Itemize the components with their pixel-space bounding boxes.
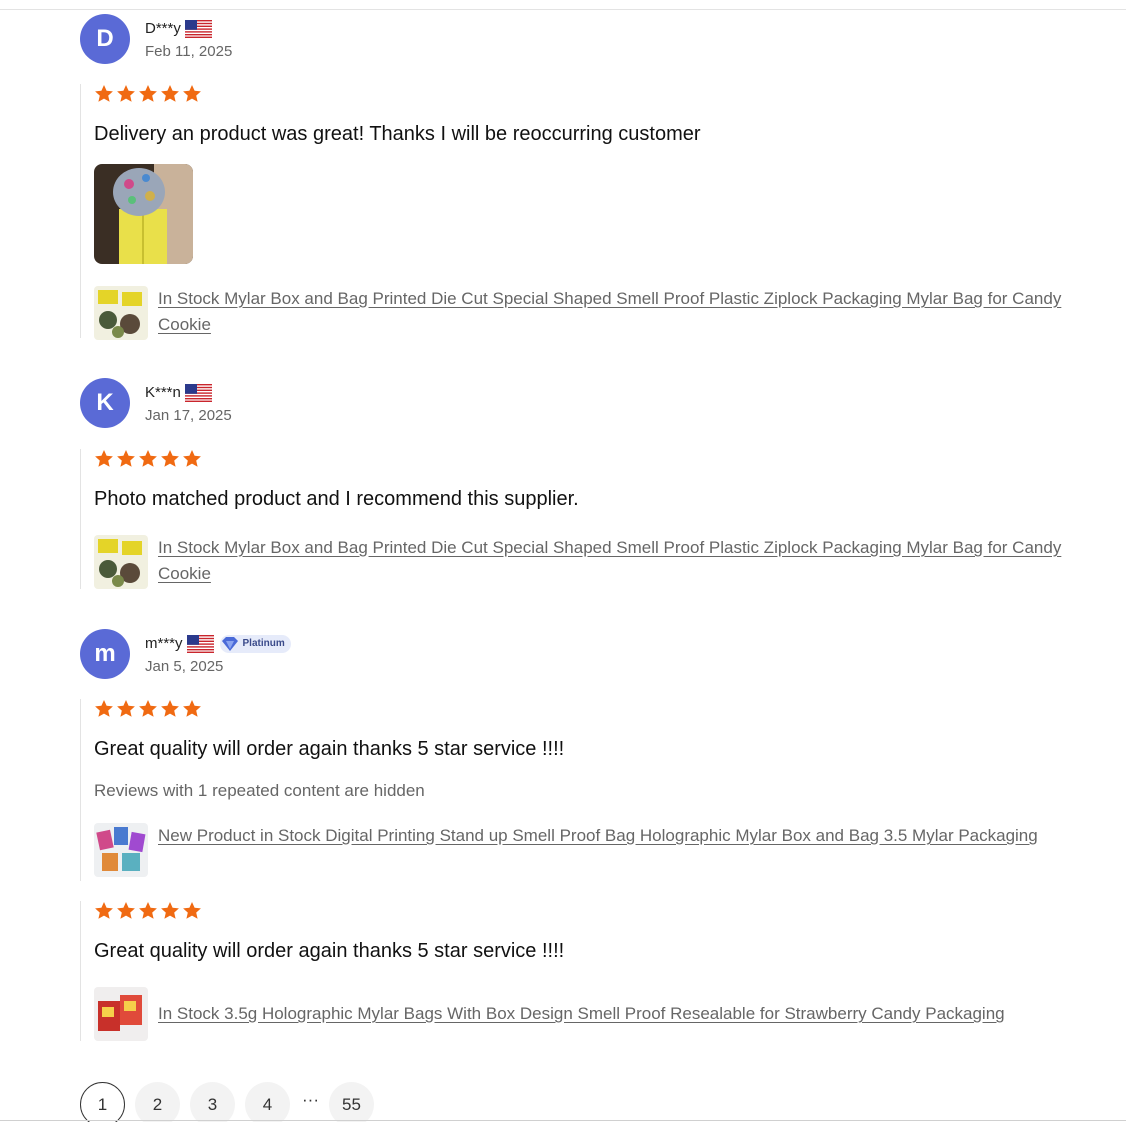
pagination-ellipsis: ··· (302, 1089, 319, 1109)
hidden-reviews-note: Reviews with 1 repeated content are hidd… (94, 781, 425, 800)
avatar: K (80, 378, 130, 428)
star-icon (95, 700, 113, 717)
product-link[interactable]: New Product in Stock Digital Printing St… (158, 823, 1073, 849)
star-icon (139, 450, 157, 467)
review-entry: Photo matched product and I recommend th… (80, 449, 1080, 589)
product-thumbnail[interactable] (94, 823, 148, 877)
reviewer-header: D D***y Feb 11, 2025 (80, 14, 232, 64)
page-2-button[interactable]: 2 (135, 1082, 180, 1122)
product-thumbnail[interactable] (94, 535, 148, 589)
star-icon (161, 902, 179, 919)
star-rating (94, 901, 1080, 921)
review-date: Feb 11, 2025 (145, 42, 233, 60)
reviewer-name: K***n (145, 384, 181, 401)
product-link[interactable]: In Stock Mylar Box and Bag Printed Die C… (158, 286, 1073, 338)
reviewer-name: D***y (145, 20, 181, 37)
product-thumbnail[interactable] (94, 286, 148, 340)
review-text: Great quality will order again thanks 5 … (94, 738, 565, 760)
star-icon (117, 700, 135, 717)
star-rating (94, 699, 1080, 719)
review-date: Jan 17, 2025 (145, 406, 232, 424)
star-icon (117, 902, 135, 919)
star-icon (183, 700, 201, 717)
star-icon (161, 85, 179, 102)
review-entry: Great quality will order again thanks 5 … (80, 901, 1080, 1041)
product-link[interactable]: In Stock 3.5g Holographic Mylar Bags Wit… (158, 1001, 1073, 1027)
star-icon (95, 902, 113, 919)
product-link[interactable]: In Stock Mylar Box and Bag Printed Die C… (158, 535, 1073, 587)
reviewer-header: m m***y Platinum Jan 5, 2025 (80, 629, 291, 679)
star-icon (139, 85, 157, 102)
review-entry: Delivery an product was great! Thanks I … (80, 84, 1080, 340)
review-photo[interactable] (94, 164, 193, 264)
star-icon (117, 450, 135, 467)
top-divider (0, 9, 1126, 10)
star-icon (183, 450, 201, 467)
us-flag-icon (184, 19, 212, 38)
page-last-button[interactable]: 55 (328, 1082, 374, 1122)
page-3-button[interactable]: 3 (190, 1082, 235, 1122)
platinum-badge: Platinum (219, 634, 291, 653)
review-text: Great quality will order again thanks 5 … (94, 940, 565, 962)
star-icon (95, 450, 113, 467)
star-icon (117, 85, 135, 102)
star-icon (139, 902, 157, 919)
product-thumbnail[interactable] (94, 987, 148, 1041)
page-1-button[interactable]: 1 (80, 1082, 125, 1122)
star-icon (183, 902, 201, 919)
review-text: Photo matched product and I recommend th… (94, 488, 579, 510)
star-icon (161, 450, 179, 467)
pagination: 1 2 3 4 ··· 55 (80, 1082, 384, 1122)
us-flag-icon (184, 383, 212, 402)
star-rating (94, 449, 1080, 469)
star-rating (94, 84, 1080, 104)
star-icon (95, 85, 113, 102)
review-text: Delivery an product was great! Thanks I … (94, 123, 701, 145)
avatar: m (80, 629, 130, 679)
reviewer-name: m***y (145, 635, 183, 652)
star-icon (139, 700, 157, 717)
reviewer-header: K K***n Jan 17, 2025 (80, 378, 232, 428)
bottom-divider (0, 1120, 1126, 1121)
diamond-icon (221, 636, 238, 651)
review-date: Jan 5, 2025 (145, 657, 224, 675)
review-entry: Great quality will order again thanks 5 … (80, 699, 1080, 881)
star-icon (183, 85, 201, 102)
us-flag-icon (186, 634, 214, 653)
page-4-button[interactable]: 4 (245, 1082, 290, 1122)
avatar: D (80, 14, 130, 64)
star-icon (161, 700, 179, 717)
